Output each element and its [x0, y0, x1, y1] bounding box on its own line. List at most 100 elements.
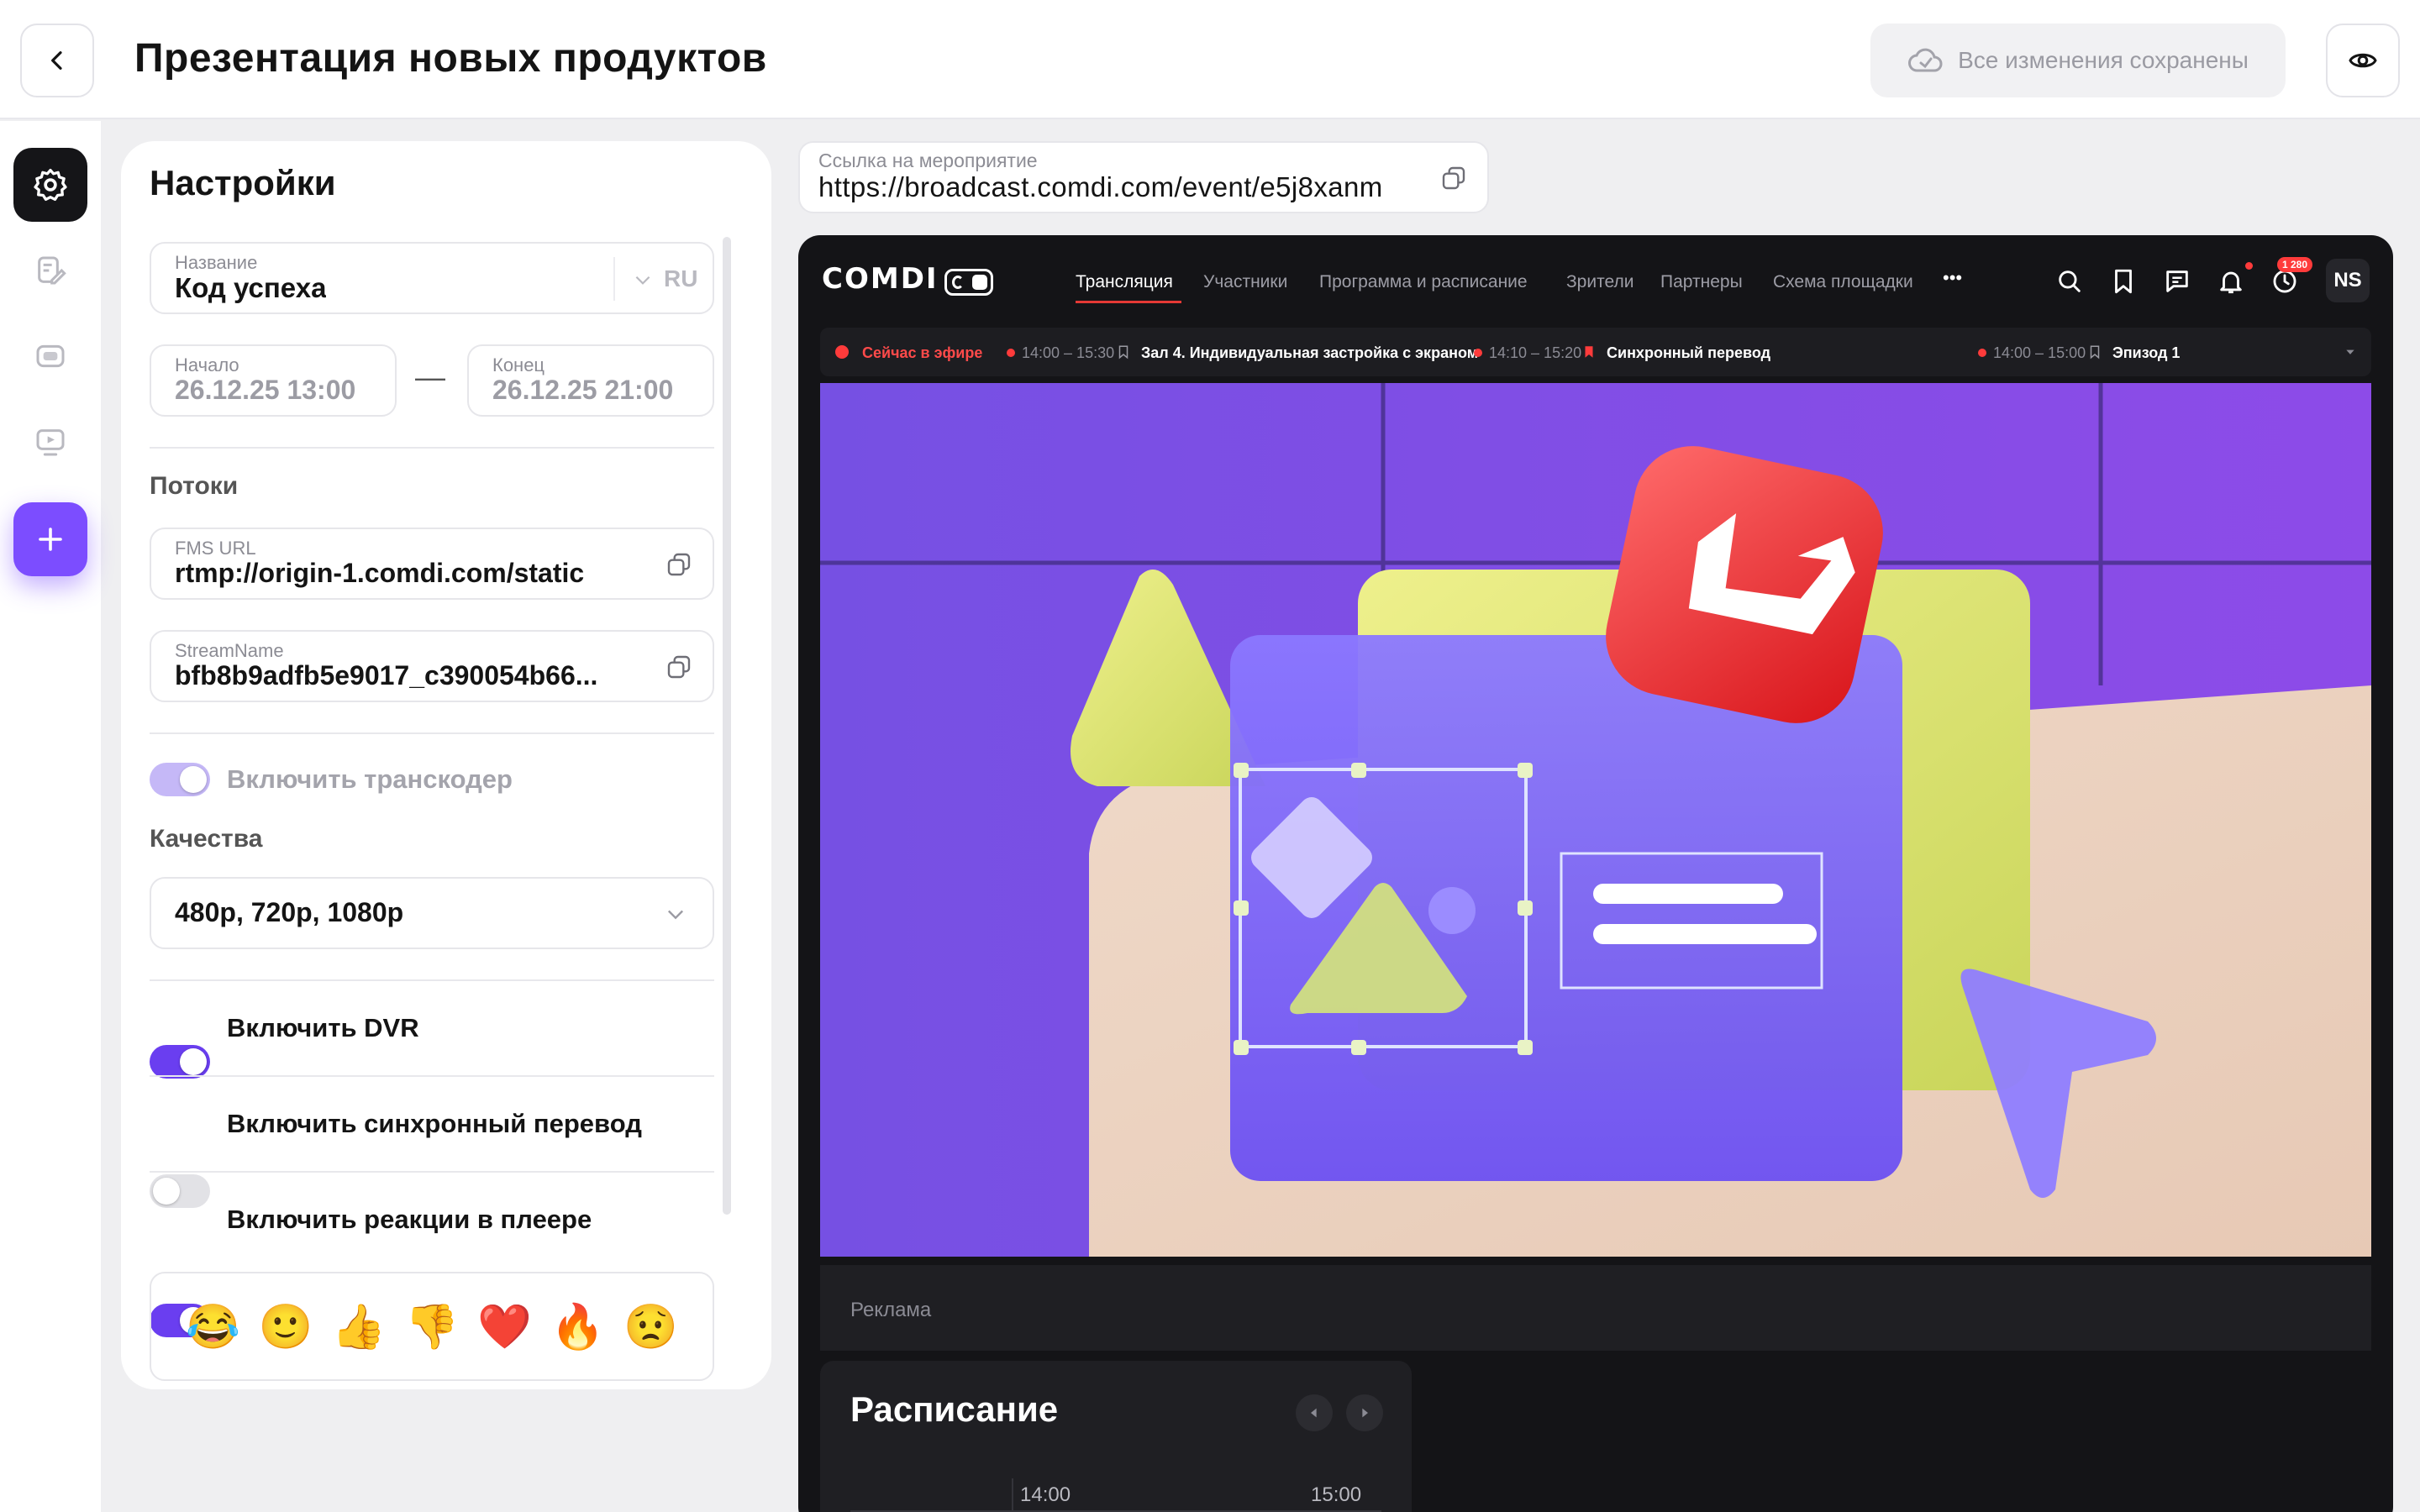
rail-edit-button[interactable] [13, 234, 87, 307]
copy-icon[interactable] [1440, 165, 1467, 192]
event-link-field[interactable]: Ссылка на мероприятие https://broadcast.… [798, 141, 1489, 213]
session-3-time: 14:00 – 15:00 [1993, 344, 2086, 361]
schedule-title: Расписание [850, 1389, 1059, 1429]
chevron-down-icon [635, 276, 650, 285]
nav-broadcast[interactable]: Трансляция [1076, 272, 1173, 292]
rail-screen-button[interactable] [13, 319, 87, 393]
stream-name-field[interactable]: StreamName bfb8b9adfb5e9017_c390054b66..… [150, 630, 714, 702]
gear-icon [34, 168, 67, 202]
session-3-title[interactable]: Эпизод 1 [2112, 344, 2180, 362]
search-icon[interactable] [2055, 267, 2084, 296]
nav-more[interactable]: ••• [1943, 267, 1962, 289]
bookmark-filled-icon[interactable] [1581, 344, 1597, 360]
quality-section-title: Качества [150, 825, 263, 853]
transcoder-toggle[interactable] [150, 763, 210, 796]
settings-title: Настройки [150, 163, 336, 202]
divider [150, 732, 714, 734]
eye-icon [2349, 53, 2377, 68]
bell-icon[interactable] [2217, 267, 2245, 296]
video-player[interactable] [820, 383, 2371, 1257]
ad-banner[interactable]: Реклама [820, 1265, 2371, 1351]
name-label: Название [175, 252, 258, 273]
schedule-prev-button[interactable] [1296, 1394, 1333, 1431]
fms-url-label: FMS URL [175, 538, 256, 559]
session-1-time: 14:00 – 15:30 [1022, 344, 1115, 361]
caret-right-icon [1362, 1408, 1368, 1418]
dvr-label: Включить DVR [227, 1013, 419, 1042]
video-frame-illustration [820, 383, 2371, 1257]
emoji-worried[interactable]: 😟 [623, 1301, 678, 1352]
bookmark-icon[interactable] [2087, 344, 2102, 360]
divider [150, 447, 714, 449]
start-value: 26.12.25 13:00 [175, 375, 356, 405]
save-status-text: Все изменения сохранены [1958, 47, 2249, 73]
emoji-smile[interactable]: 🙂 [259, 1301, 313, 1352]
ad-label: Реклама [850, 1299, 932, 1321]
plus-icon [39, 528, 62, 551]
session-2-title[interactable]: Синхронный перевод [1607, 344, 1770, 362]
cloud-check-icon [1908, 48, 1943, 72]
page-title: Презентация новых продуктов [134, 36, 767, 81]
theme-toggle[interactable] [944, 269, 993, 296]
fms-url-field[interactable]: FMS URL rtmp://origin-1.comdi.com/static [150, 528, 714, 600]
start-date-field[interactable]: Начало 26.12.25 13:00 [150, 344, 397, 417]
settings-scrollbar[interactable] [723, 237, 731, 1215]
save-status-button[interactable]: Все изменения сохранены [1870, 24, 2286, 97]
live-label: Сейчас в эфире [862, 344, 983, 361]
dvr-toggle[interactable] [150, 1045, 210, 1079]
bookmark-icon[interactable] [1116, 344, 1131, 360]
copy-icon[interactable] [666, 551, 692, 578]
nav-venue-map[interactable]: Схема площадки [1773, 272, 1913, 292]
preview-button[interactable] [2326, 24, 2400, 97]
event-link-label: Ссылка на мероприятие [818, 150, 1038, 171]
now-on-air-ticker: Сейчас в эфире 14:00 – 15:30 Зал 4. Инди… [820, 328, 2371, 376]
reactions-label: Включить реакции в плеере [227, 1205, 592, 1234]
nav-participants[interactable]: Участники [1203, 272, 1287, 292]
streams-section-title: Потоки [150, 472, 239, 500]
schedule-next-button[interactable] [1346, 1394, 1383, 1431]
stream-name-label: StreamName [175, 640, 284, 661]
edit-document-icon [38, 256, 66, 285]
timeline-time-1: 14:00 [1020, 1483, 1071, 1506]
emoji-thumbs-up[interactable]: 👍 [332, 1301, 387, 1352]
caret-left-icon [1311, 1408, 1317, 1418]
rail-settings-button[interactable] [13, 148, 87, 222]
language-selector[interactable]: RU [664, 265, 697, 292]
emoji-fire[interactable]: 🔥 [550, 1301, 605, 1352]
settings-panel: Настройки Название Код успеха RU Начало … [121, 141, 771, 1389]
transcoder-label: Включить транскодер [227, 764, 513, 794]
rail-video-button[interactable] [13, 405, 87, 479]
user-avatar[interactable]: NS [2326, 259, 2370, 302]
bookmark-icon[interactable] [2109, 267, 2138, 296]
emoji-thumbs-down[interactable]: 👎 [405, 1301, 460, 1352]
divider [150, 1171, 714, 1173]
sync-translation-toggle[interactable] [150, 1174, 210, 1208]
name-field[interactable]: Название Код успеха RU [150, 242, 714, 314]
end-date-field[interactable]: Конец 26.12.25 21:00 [467, 344, 714, 417]
emoji-laughing[interactable]: 😂 [186, 1301, 240, 1352]
back-button[interactable] [20, 24, 94, 97]
session-2-time: 14:10 – 15:20 [1489, 344, 1582, 361]
sync-translation-label: Включить синхронный перевод [227, 1109, 642, 1138]
end-label: Конец [492, 354, 545, 375]
notification-dot [2245, 262, 2253, 270]
chevron-left-icon [51, 51, 62, 70]
nav-program[interactable]: Программа и расписание [1319, 272, 1528, 292]
stream-name-value: bfb8b9adfb5e9017_c390054b66... [175, 660, 598, 690]
reactions-emoji-list: 😂 🙂 👍 👎 ❤️ 🔥 😟 [150, 1272, 714, 1381]
chat-icon[interactable] [2163, 267, 2191, 296]
quality-select[interactable]: 480p, 720p, 1080p [150, 877, 714, 949]
event-page-preview: COMDI Трансляция Участники Программа и р… [798, 235, 2393, 1512]
session-1-title[interactable]: Зал 4. Индивидуальная застройка с экрано… [1141, 344, 1478, 362]
divider [150, 1075, 714, 1077]
date-range-dash: — [415, 360, 445, 394]
nav-active-indicator [1076, 301, 1181, 303]
nav-partners[interactable]: Партнеры [1660, 272, 1743, 292]
schedule-widget: Расписание 14:00 15:00 [820, 1361, 1412, 1512]
chevron-down-icon [668, 910, 683, 920]
rail-add-button[interactable] [13, 502, 87, 576]
emoji-heart[interactable]: ❤️ [477, 1301, 532, 1352]
chevron-down-icon[interactable] [2344, 346, 2356, 358]
nav-viewers[interactable]: Зрители [1566, 272, 1634, 292]
copy-icon[interactable] [666, 654, 692, 680]
